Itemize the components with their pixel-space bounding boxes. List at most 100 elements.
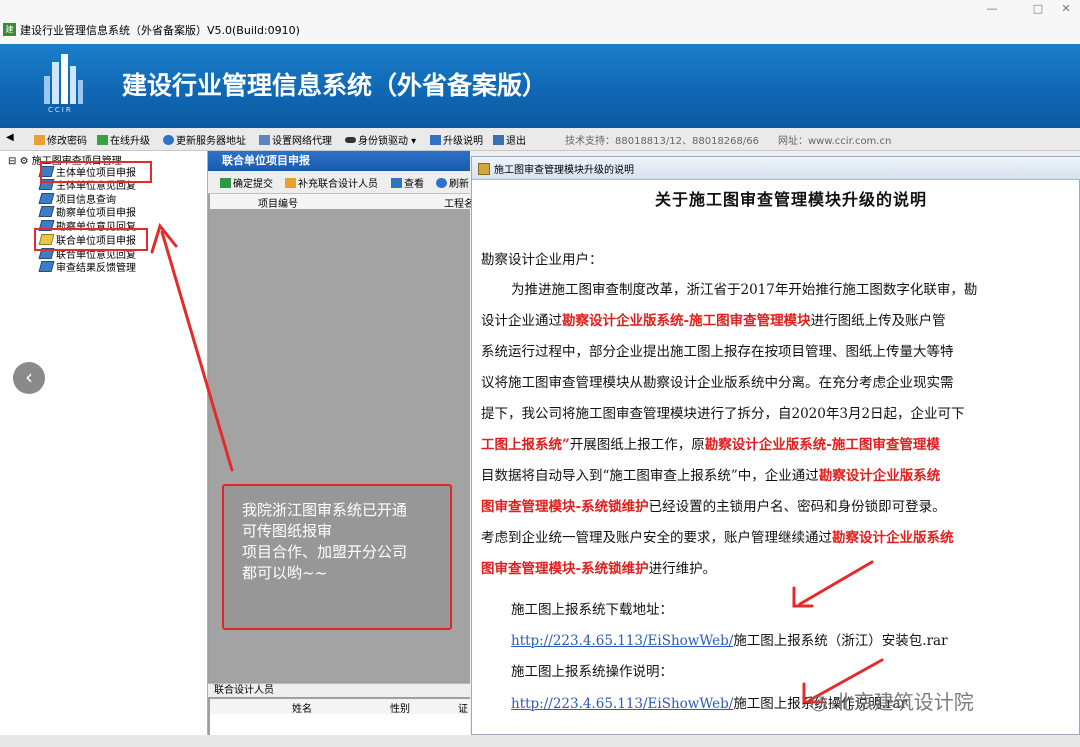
status-bar	[0, 735, 1080, 747]
column-project-number[interactable]: 项目编号	[258, 195, 298, 210]
network-icon	[259, 135, 270, 145]
doc-highlight-text: 图审查管理模块-系统锁维护	[481, 499, 649, 515]
doc-text: 进行维护。	[648, 561, 717, 577]
window-titlebar: 建 建设行业管理信息系统（外省备案版）V5.0(Build:0910) — □ …	[0, 0, 1080, 44]
tree-item-result-feedback[interactable]: 审查结果反馈管理	[38, 261, 136, 275]
joint-designers-title: 联合设计人员	[208, 683, 470, 697]
add-joint-designer-button[interactable]: 补充联合设计人员	[285, 175, 378, 190]
column-project-name[interactable]: 工程名	[444, 195, 474, 210]
usb-key-icon	[345, 137, 356, 143]
doc-window-titlebar: 施工图审查管理模块升级的说明	[472, 157, 1080, 180]
toolbar-key-driver[interactable]: 身份锁驱动 ▾	[345, 132, 416, 147]
app-banner: CCIR 建设行业管理信息系统（外省备案版）	[0, 44, 1080, 128]
wechat-icon: ◎	[810, 690, 828, 714]
doc-highlight-text: 勘察设计企业版系统	[832, 530, 954, 546]
document-icon	[38, 261, 55, 272]
doc-title: 关于施工图审查管理模块升级的说明	[655, 190, 928, 209]
close-button[interactable]: ✕	[1054, 2, 1078, 16]
toolbar-online-upgrade[interactable]: 在线升级	[97, 132, 150, 147]
doc-line: 为推进施工图审查制度改革，浙江省于2017年开始推行施工图数字化联审，勘	[511, 278, 977, 298]
doc-line: 目数据将自动导入到“施工图审查上报系统”中，企业通过勘察设计企业版系统	[481, 464, 940, 484]
doc-line: 设计企业通过勘察设计企业版系统-施工图审查管理模块进行图纸上传及账户管	[481, 309, 946, 329]
doc-highlight-text: 勘察设计企业版系统-施工图审查管理模	[704, 437, 940, 453]
confirm-submit-button[interactable]: 确定提交	[220, 175, 273, 190]
toolbar-change-password[interactable]: 修改密码	[34, 132, 87, 147]
download-label: 施工图上报系统下载地址：	[511, 602, 673, 618]
document-icon	[478, 163, 490, 175]
banner-title: 建设行业管理信息系统（外省备案版）	[122, 71, 548, 100]
tree-item-survey-declare[interactable]: 勘察单位项目申报	[38, 206, 136, 220]
refresh-icon	[436, 178, 447, 188]
doc-highlight-text: 勘察设计企业版系统	[818, 468, 941, 484]
toolbar-update-server[interactable]: 更新服务器地址	[163, 132, 246, 147]
logo-text: CCIR	[48, 106, 73, 114]
doc-highlight-text: 勘察设计企业版系统-施工图审查管理模块	[562, 313, 811, 329]
toolbar-network-proxy[interactable]: 设置网络代理	[259, 132, 332, 147]
doc-content: 关于施工图审查管理模块升级的说明 勘察设计企业用户： 为推进施工图审查制度改革，…	[477, 180, 1080, 728]
app-icon: 建	[3, 23, 16, 36]
panel-toolbar: 确定提交 补充联合设计人员 查看 刷新	[208, 171, 470, 194]
highlight-box	[40, 161, 152, 183]
support-phone: 技术支持：88018813/12、88018268/66	[565, 136, 759, 147]
download-arrow-icon	[97, 135, 108, 145]
doc-text: 提下，我公司将施工图审查管理模块进行了拆分，自2020年3月2日起，企业可下	[481, 406, 965, 422]
column-certificate[interactable]: 证	[458, 700, 468, 715]
highlight-box	[34, 228, 148, 251]
back-button[interactable]: ‹	[13, 362, 45, 394]
minimize-button[interactable]: —	[980, 2, 1004, 16]
toolbar-exit[interactable]: 退出	[493, 132, 526, 147]
doc-greeting: 勘察设计企业用户：	[481, 252, 603, 268]
callout-line: 都可以哟~~	[242, 564, 328, 582]
doc-text: 为推进施工图审查制度改革，浙江省于2017年开始推行施工图数字化联审，勘	[511, 282, 978, 298]
download-link[interactable]: http://223.4.65.113/EiShowWeb/	[511, 633, 733, 649]
tree-item-project-query[interactable]: 项目信息查询	[38, 193, 116, 207]
column-name[interactable]: 姓名	[292, 700, 312, 715]
toolbar-scroll-left-icon[interactable]: ◀	[6, 132, 14, 143]
panel-title: 联合单位项目申报	[208, 151, 470, 171]
doc-text: 开展图纸上报工作，原	[569, 437, 705, 453]
doc-text: 目数据将自动导入到“施工图审查上报系统”中，企业通过	[481, 468, 819, 484]
doc-line: 图审查管理模块-系统锁维护进行维护。	[481, 557, 716, 577]
manual-link[interactable]: http://223.4.65.113/EiShowWeb/	[511, 696, 733, 712]
doc-highlight-text: 工图上报系统”	[481, 437, 570, 453]
watermark: ◎ 北京建筑设计院	[810, 690, 974, 714]
main-toolbar: ◀ 修改密码 在线升级 更新服务器地址 设置网络代理 身份锁驱动 ▾ 升级说明 …	[0, 128, 1080, 151]
doc-highlight-text: 图审查管理模块-系统锁维护	[481, 561, 649, 577]
doc-line: 图审查管理模块-系统锁维护已经设置的主锁用户名、密码和身份锁即可登录。	[481, 495, 946, 515]
pencil-icon	[285, 178, 296, 188]
doc-line: 提下，我公司将施工图审查管理模块进行了拆分，自2020年3月2日起，企业可下	[481, 402, 965, 422]
pencil-icon	[34, 135, 45, 145]
manual-label: 施工图上报系统操作说明：	[511, 664, 673, 680]
designers-table-header: 姓名 性别 证	[210, 699, 470, 715]
doc-text: 已经设置的主锁用户名、密码和身份锁即可登录。	[648, 499, 946, 515]
check-icon	[220, 178, 231, 188]
doc-text: 议将施工图审查管理模块从勘察设计企业版系统中分离。在充分考虑企业现实需	[481, 375, 954, 391]
document-icon	[430, 135, 441, 145]
view-icon	[391, 178, 402, 188]
view-button[interactable]: 查看	[391, 175, 424, 190]
maximize-button[interactable]: □	[1026, 2, 1050, 16]
download-file-name: 施工图上报系统（浙江）安装包.rar	[733, 633, 948, 649]
callout-line: 可传图纸报审	[242, 522, 333, 540]
download-line: http://223.4.65.113/EiShowWeb/施工图上报系统（浙江…	[511, 629, 948, 649]
toolbar-upgrade-notes[interactable]: 升级说明	[430, 132, 483, 147]
exit-icon	[493, 135, 504, 145]
doc-text: 考虑到企业统一管理及账户安全的要求，账户管理继续通过	[481, 530, 832, 546]
callout-line: 我院浙江图审系统已开通	[242, 501, 408, 519]
refresh-button[interactable]: 刷新	[436, 175, 469, 190]
column-gender[interactable]: 性别	[390, 700, 410, 715]
document-icon	[38, 206, 55, 217]
window-title: 建设行业管理信息系统（外省备案版）V5.0(Build:0910)	[20, 24, 300, 37]
doc-text: 系统运行过程中，部分企业提出施工图上报存在按项目管理、图纸上传量大等特	[481, 344, 954, 360]
website-text: 网址：www.ccir.com.cn	[778, 136, 892, 147]
doc-line: 工图上报系统”开展图纸上报工作，原勘察设计企业版系统-施工图审查管理模	[481, 433, 940, 453]
doc-line: 系统运行过程中，部分企业提出施工图上报存在按项目管理、图纸上传量大等特	[481, 340, 954, 360]
collapse-icon[interactable]: ⊟	[8, 156, 16, 167]
designers-table-body	[210, 714, 470, 735]
doc-line: 考虑到企业统一管理及账户安全的要求，账户管理继续通过勘察设计企业版系统	[481, 526, 954, 546]
refresh-icon	[163, 135, 174, 145]
doc-text: 进行图纸上传及账户管	[810, 313, 946, 329]
doc-window-title: 施工图审查管理模块升级的说明	[494, 165, 634, 176]
promo-callout: 我院浙江图审系统已开通 可传图纸报审 项目合作、加盟开分公司 都可以哟~~	[222, 484, 452, 630]
gear-icon: ⚙	[19, 156, 29, 167]
